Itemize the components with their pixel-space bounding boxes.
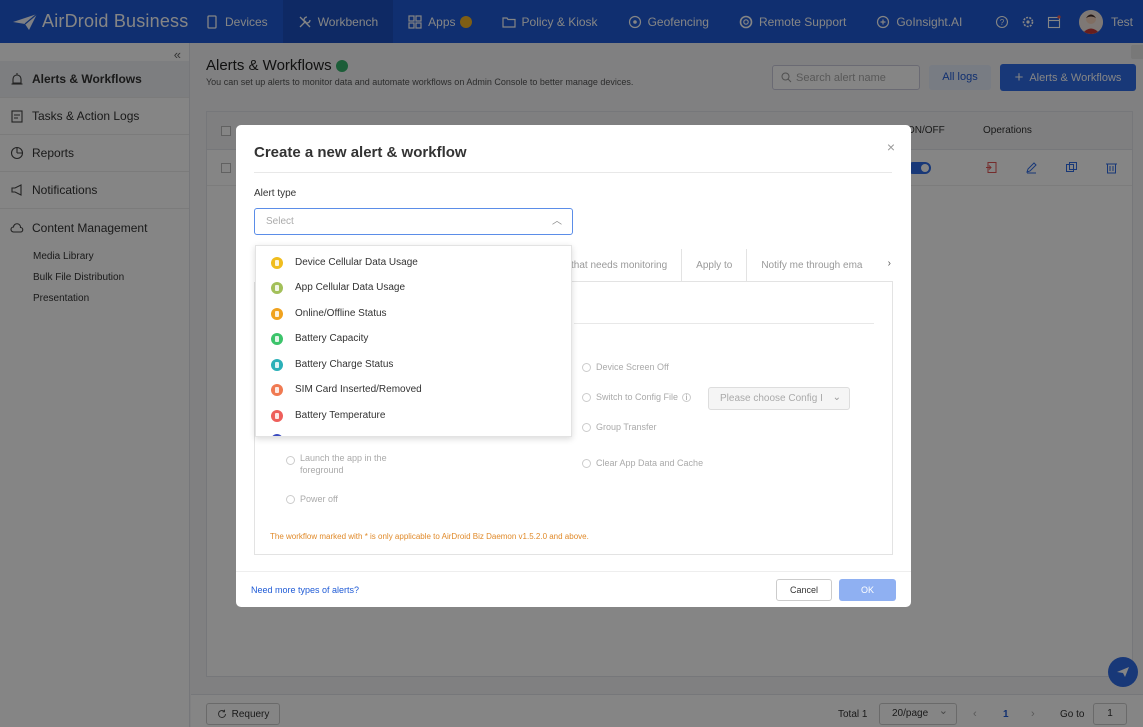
charging-plug-icon	[271, 358, 283, 371]
close-icon[interactable]: ×	[887, 139, 895, 155]
step-apply-to[interactable]: Apply to	[681, 249, 746, 282]
more-alert-types-link[interactable]: Need more types of alerts?	[251, 585, 359, 595]
battery-icon	[271, 332, 283, 345]
radio-button[interactable]	[286, 494, 295, 504]
option-label: App Cellular Data Usage	[295, 282, 406, 293]
partial-option-icon	[271, 434, 283, 436]
dropdown-option-battery-charge-status[interactable]: Battery Charge Status	[256, 352, 571, 377]
thermometer-icon	[271, 409, 283, 422]
option-label: Online/Offline Status	[295, 308, 387, 319]
dropdown-option-device-cellular-data-usage[interactable]: Device Cellular Data Usage	[256, 250, 571, 275]
alert-type-select[interactable]: Select ︿	[254, 208, 573, 235]
data-usage-icon	[271, 256, 283, 269]
option-label: Power off	[300, 494, 338, 504]
ok-button[interactable]: OK	[839, 579, 896, 601]
radio-button[interactable]	[582, 392, 591, 402]
option-switch-config-file[interactable]: Switch to Config File i	[582, 392, 692, 402]
option-clear-app-data[interactable]: Clear App Data and Cache	[582, 458, 703, 468]
info-icon: i	[682, 392, 692, 402]
online-status-icon	[271, 307, 283, 320]
chevron-right-icon[interactable]: ›	[888, 258, 891, 269]
config-placeholder: Please choose Config I	[720, 393, 823, 404]
select-placeholder: Select	[266, 216, 294, 227]
radio-button[interactable]	[582, 422, 591, 432]
option-label: Device Screen Off	[596, 362, 669, 372]
dropdown-option-app-cellular-data-usage[interactable]: App Cellular Data Usage	[256, 275, 571, 300]
sim-card-icon	[271, 383, 283, 396]
step-monitoring[interactable]: that needs monitoring	[555, 249, 681, 282]
option-label: Switch to Config File	[596, 392, 679, 402]
option-label: SIM Card Inserted/Removed	[295, 384, 422, 395]
compatibility-note: The workflow marked with * is only appli…	[270, 532, 589, 541]
workflow-steps: that needs monitoring Apply to Notify me…	[555, 249, 893, 282]
dropdown-option-battery-temperature[interactable]: Battery Temperature	[256, 403, 571, 428]
option-launch-app[interactable]: Launch the app in the foreground	[286, 452, 406, 476]
dropdown-option-battery-capacity[interactable]: Battery Capacity	[256, 326, 571, 351]
option-label: Clear App Data and Cache	[596, 458, 704, 468]
chevron-up-icon: ︿	[552, 216, 562, 227]
step-notify[interactable]: Notify me through ema	[746, 249, 876, 282]
radio-button[interactable]	[582, 458, 591, 468]
option-label: Battery Temperature	[295, 410, 386, 421]
option-label: Device Cellular Data Usage	[295, 257, 418, 268]
option-label: Battery Capacity	[295, 333, 369, 344]
alert-type-dropdown: Device Cellular Data Usage App Cellular …	[255, 245, 572, 437]
dropdown-option-sim-card[interactable]: SIM Card Inserted/Removed	[256, 377, 571, 402]
alert-type-label: Alert type	[254, 188, 297, 199]
radio-button[interactable]	[582, 362, 591, 372]
dropdown-option-online-offline-status[interactable]: Online/Offline Status	[256, 301, 571, 326]
dialog-title: Create a new alert & workflow	[254, 144, 467, 161]
divider	[236, 571, 911, 572]
option-label: Group Transfer	[596, 422, 657, 432]
option-power-off[interactable]: Power off	[286, 494, 338, 504]
divider	[574, 323, 874, 324]
chevron-down-icon: ⌄	[832, 392, 841, 403]
divider	[254, 172, 892, 173]
cancel-button[interactable]: Cancel	[776, 579, 832, 601]
option-label: Battery Charge Status	[295, 359, 394, 370]
app-data-icon	[271, 281, 283, 294]
option-group-transfer[interactable]: Group Transfer	[582, 422, 657, 432]
option-label: Launch the app in the foreground	[300, 453, 387, 475]
radio-button[interactable]	[286, 456, 295, 465]
config-file-select[interactable]: Please choose Config I ⌄	[708, 387, 850, 410]
option-device-screen-off[interactable]: Device Screen Off	[582, 362, 669, 372]
